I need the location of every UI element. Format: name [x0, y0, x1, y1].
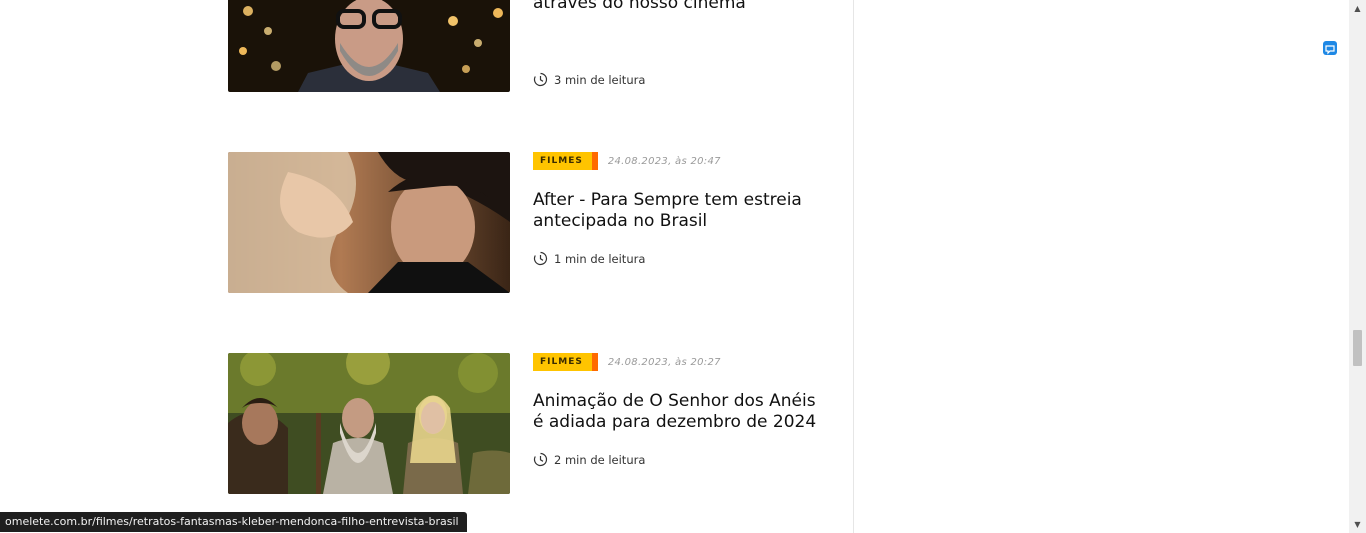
reading-time: 1 min de leitura: [533, 251, 645, 266]
article-meta: FILMES 24.08.2023, às 20:27: [533, 353, 721, 371]
reading-time-label: 2 min de leitura: [554, 452, 646, 467]
article-title[interactable]: Animação de O Senhor dos Anéis é adiada …: [533, 391, 823, 433]
article-thumbnail[interactable]: [228, 152, 510, 293]
clock-icon: [533, 452, 548, 467]
clock-icon: [533, 251, 548, 266]
chat-extension-icon[interactable]: [1323, 41, 1337, 55]
reading-time: 3 min de leitura: [533, 72, 645, 87]
vertical-scrollbar[interactable]: ▲ ▼: [1349, 0, 1366, 533]
clock-icon: [533, 72, 548, 87]
reading-time-label: 3 min de leitura: [554, 72, 646, 87]
article-title[interactable]: Kleber Mendonça: Gringos querem “entende…: [533, 0, 823, 14]
scrollbar-thumb[interactable]: [1353, 330, 1362, 366]
article-date: 24.08.2023, às 20:47: [607, 155, 721, 167]
article-thumbnail[interactable]: [228, 353, 510, 494]
article-thumbnail[interactable]: [228, 0, 510, 92]
article-date: 24.08.2023, às 20:27: [607, 356, 721, 368]
content-sidebar-divider: [853, 0, 854, 533]
category-badge[interactable]: FILMES: [533, 353, 598, 371]
reading-time: 2 min de leitura: [533, 452, 645, 467]
reading-time-label: 1 min de leitura: [554, 251, 646, 266]
article-meta: FILMES 24.08.2023, às 20:47: [533, 152, 721, 170]
article-title[interactable]: After - Para Sempre tem estreia antecipa…: [533, 190, 823, 232]
scroll-up-arrow-icon[interactable]: ▲: [1349, 0, 1366, 17]
category-badge[interactable]: FILMES: [533, 152, 598, 170]
status-bar-url: omelete.com.br/filmes/retratos-fantasmas…: [0, 512, 467, 532]
scroll-down-arrow-icon[interactable]: ▼: [1349, 516, 1366, 533]
